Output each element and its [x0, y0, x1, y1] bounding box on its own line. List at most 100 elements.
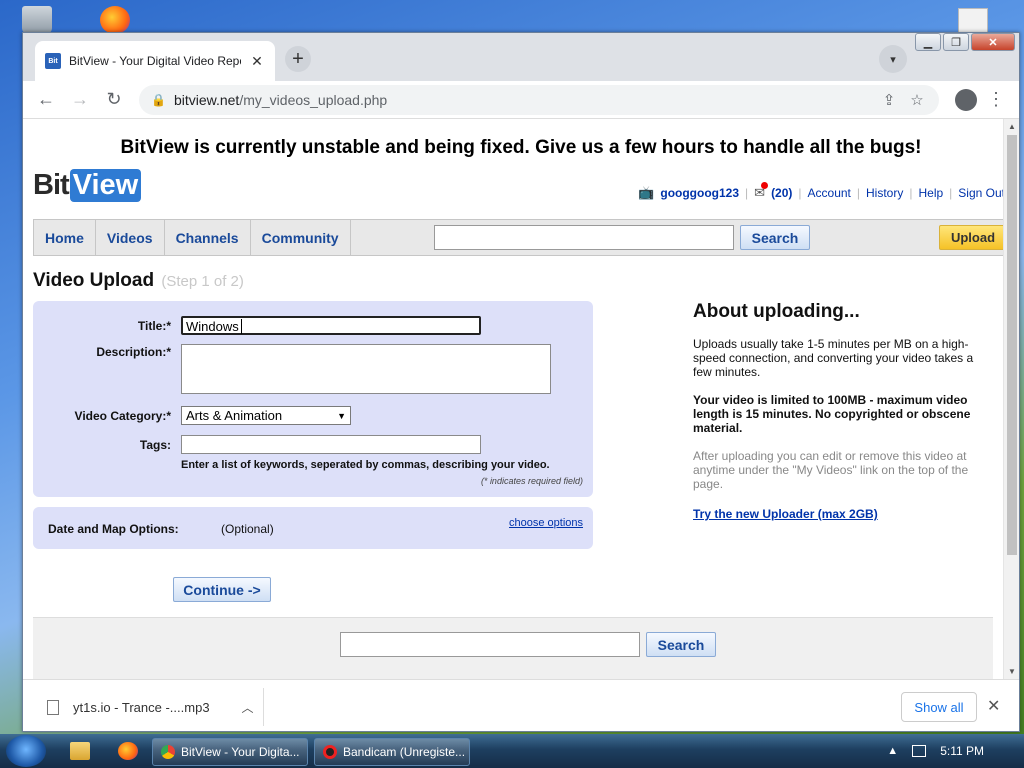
- upload-button[interactable]: Upload: [939, 225, 1007, 250]
- separator: |: [949, 186, 953, 200]
- continue-button[interactable]: Continue ->: [173, 577, 271, 602]
- show-all-button[interactable]: Show all: [901, 692, 977, 722]
- tab-title: BitView - Your Digital Video Repo: [69, 54, 241, 68]
- scroll-thumb[interactable]: [1007, 135, 1017, 555]
- tags-hint: Enter a list of keywords, seperated by c…: [181, 459, 550, 471]
- window-controls: ▁ ❐ ✕: [915, 33, 1015, 51]
- taskbar-item-chrome[interactable]: BitView - Your Digita...: [152, 738, 308, 766]
- maximize-button[interactable]: ❐: [943, 33, 969, 51]
- menu-kebab-icon[interactable]: ⋮: [981, 85, 1011, 115]
- page-title-text: Video Upload: [33, 270, 155, 291]
- chevron-down-icon: ▼: [337, 410, 346, 421]
- site-notice: BitView is currently unstable and being …: [120, 137, 922, 158]
- url-text: bitview.net/my_videos_upload.php: [174, 92, 871, 108]
- tags-field[interactable]: [181, 435, 481, 454]
- text-caret: [240, 319, 242, 334]
- header-search-button[interactable]: Search: [740, 225, 810, 250]
- browser-window: Bit BitView - Your Digital Video Repo ✕ …: [22, 32, 1020, 732]
- username-link[interactable]: googgoog123: [660, 186, 739, 200]
- download-item[interactable]: yt1s.io - Trance -....mp3 ︿: [47, 692, 254, 722]
- sign-out-link[interactable]: Sign Out: [958, 186, 1005, 200]
- reload-icon[interactable]: ↻: [99, 85, 129, 115]
- tab-strip: Bit BitView - Your Digital Video Repo ✕ …: [23, 33, 1019, 81]
- nav-videos[interactable]: Videos: [96, 220, 165, 255]
- choose-options-link[interactable]: choose options: [509, 517, 583, 529]
- about-uploading: About uploading... Uploads usually take …: [693, 301, 983, 523]
- mail-icon[interactable]: ✉: [754, 182, 768, 201]
- close-window-button[interactable]: ✕: [971, 33, 1015, 51]
- scroll-down-icon[interactable]: ▼: [1008, 667, 1016, 676]
- logo-bit: Bit: [33, 169, 70, 201]
- scroll-up-icon[interactable]: ▲: [1008, 122, 1016, 131]
- message-count-link[interactable]: (20): [771, 186, 792, 200]
- download-shelf: yt1s.io - Trance -....mp3 ︿ Show all ✕: [23, 679, 1019, 731]
- description-field[interactable]: [181, 344, 551, 394]
- bitview-logo[interactable]: Bit View: [33, 169, 142, 202]
- tray-expand-icon[interactable]: ▲: [887, 745, 898, 757]
- recycle-bin-icon[interactable]: [22, 6, 52, 34]
- user-bar: 📺 googgoog123 | ✉ (20) | Account | Histo…: [638, 182, 1005, 201]
- page-title: Video Upload (Step 1 of 2): [33, 270, 1019, 292]
- title-value: Windows: [186, 319, 239, 334]
- footer-search-button[interactable]: Search: [646, 632, 716, 657]
- new-tab-button[interactable]: +: [285, 46, 311, 72]
- separator: |: [798, 186, 802, 200]
- category-select[interactable]: Arts & Animation ▼: [181, 406, 351, 425]
- title-field[interactable]: Windows: [181, 316, 481, 335]
- description-label: Description:*: [96, 345, 171, 359]
- taskbar-item-bandicam[interactable]: Bandicam (Unregiste...: [314, 738, 470, 766]
- nav-channels[interactable]: Channels: [165, 220, 251, 255]
- bookmark-star-icon[interactable]: ☆: [907, 91, 927, 109]
- page-viewport: BitView is currently unstable and being …: [23, 119, 1019, 679]
- separator: |: [856, 186, 861, 200]
- start-button[interactable]: [6, 735, 46, 767]
- close-shelf-icon[interactable]: ✕: [987, 696, 1000, 716]
- browser-tab[interactable]: Bit BitView - Your Digital Video Repo ✕: [35, 41, 275, 81]
- separator: |: [909, 186, 913, 200]
- clock[interactable]: 5:11 PM: [940, 744, 984, 758]
- download-file-name: yt1s.io - Trance -....mp3: [73, 699, 210, 715]
- nav-community[interactable]: Community: [251, 220, 351, 255]
- share-icon[interactable]: ⇪: [879, 91, 899, 109]
- page-scrollbar[interactable]: ▲ ▼: [1003, 119, 1019, 679]
- taskbar-item-label: Bandicam (Unregiste...: [343, 745, 466, 759]
- lock-icon[interactable]: 🔒: [151, 93, 166, 107]
- category-value: Arts & Animation: [186, 408, 283, 423]
- back-icon[interactable]: ←: [31, 85, 61, 115]
- shelf-divider: [263, 688, 264, 726]
- history-link[interactable]: History: [866, 186, 903, 200]
- taskbar-item-label: BitView - Your Digita...: [181, 745, 300, 759]
- firefox-icon[interactable]: [118, 742, 138, 760]
- address-bar[interactable]: 🔒 bitview.net/my_videos_upload.php ⇪ ☆: [139, 84, 939, 115]
- tab-search-button[interactable]: ▾: [879, 45, 907, 73]
- date-map-label: Date and Map Options:: [48, 522, 179, 536]
- nav-home[interactable]: Home: [34, 220, 96, 255]
- page-footer: Search: [33, 617, 993, 679]
- step-indicator: (Step 1 of 2): [161, 273, 244, 290]
- minimize-button[interactable]: ▁: [915, 33, 941, 51]
- taskbar: BitView - Your Digita... Bandicam (Unreg…: [0, 734, 1024, 768]
- optional-text: (Optional): [221, 522, 274, 536]
- forward-icon[interactable]: →: [65, 85, 95, 115]
- site-nav: Home Videos Channels Community Search Up…: [33, 219, 1013, 256]
- about-heading: About uploading...: [693, 301, 860, 322]
- required-note: (* indicates required field): [480, 476, 583, 486]
- network-icon[interactable]: [912, 745, 927, 757]
- system-tray: ▲ 5:11 PM: [887, 734, 1024, 768]
- tab-close-icon[interactable]: ✕: [249, 53, 265, 70]
- tags-label: Tags:: [139, 438, 171, 452]
- account-link[interactable]: Account: [808, 186, 851, 200]
- explorer-icon[interactable]: [70, 742, 90, 760]
- firefox-desktop-icon[interactable]: [100, 6, 130, 34]
- file-icon: [47, 699, 59, 715]
- bitview-favicon-icon: Bit: [45, 53, 61, 69]
- new-uploader-link[interactable]: Try the new Uploader (max 2GB): [693, 507, 878, 521]
- header-search-input[interactable]: [434, 225, 734, 250]
- chevron-up-icon[interactable]: ︿: [242, 699, 254, 716]
- category-label: Video Category:*: [74, 409, 171, 423]
- help-link[interactable]: Help: [918, 186, 943, 200]
- footer-search-input[interactable]: [340, 632, 640, 657]
- profile-avatar-icon[interactable]: [955, 88, 977, 111]
- bandicam-icon: [323, 745, 337, 759]
- about-speed-text: Uploads usually take 1-5 minutes per MB …: [693, 337, 974, 379]
